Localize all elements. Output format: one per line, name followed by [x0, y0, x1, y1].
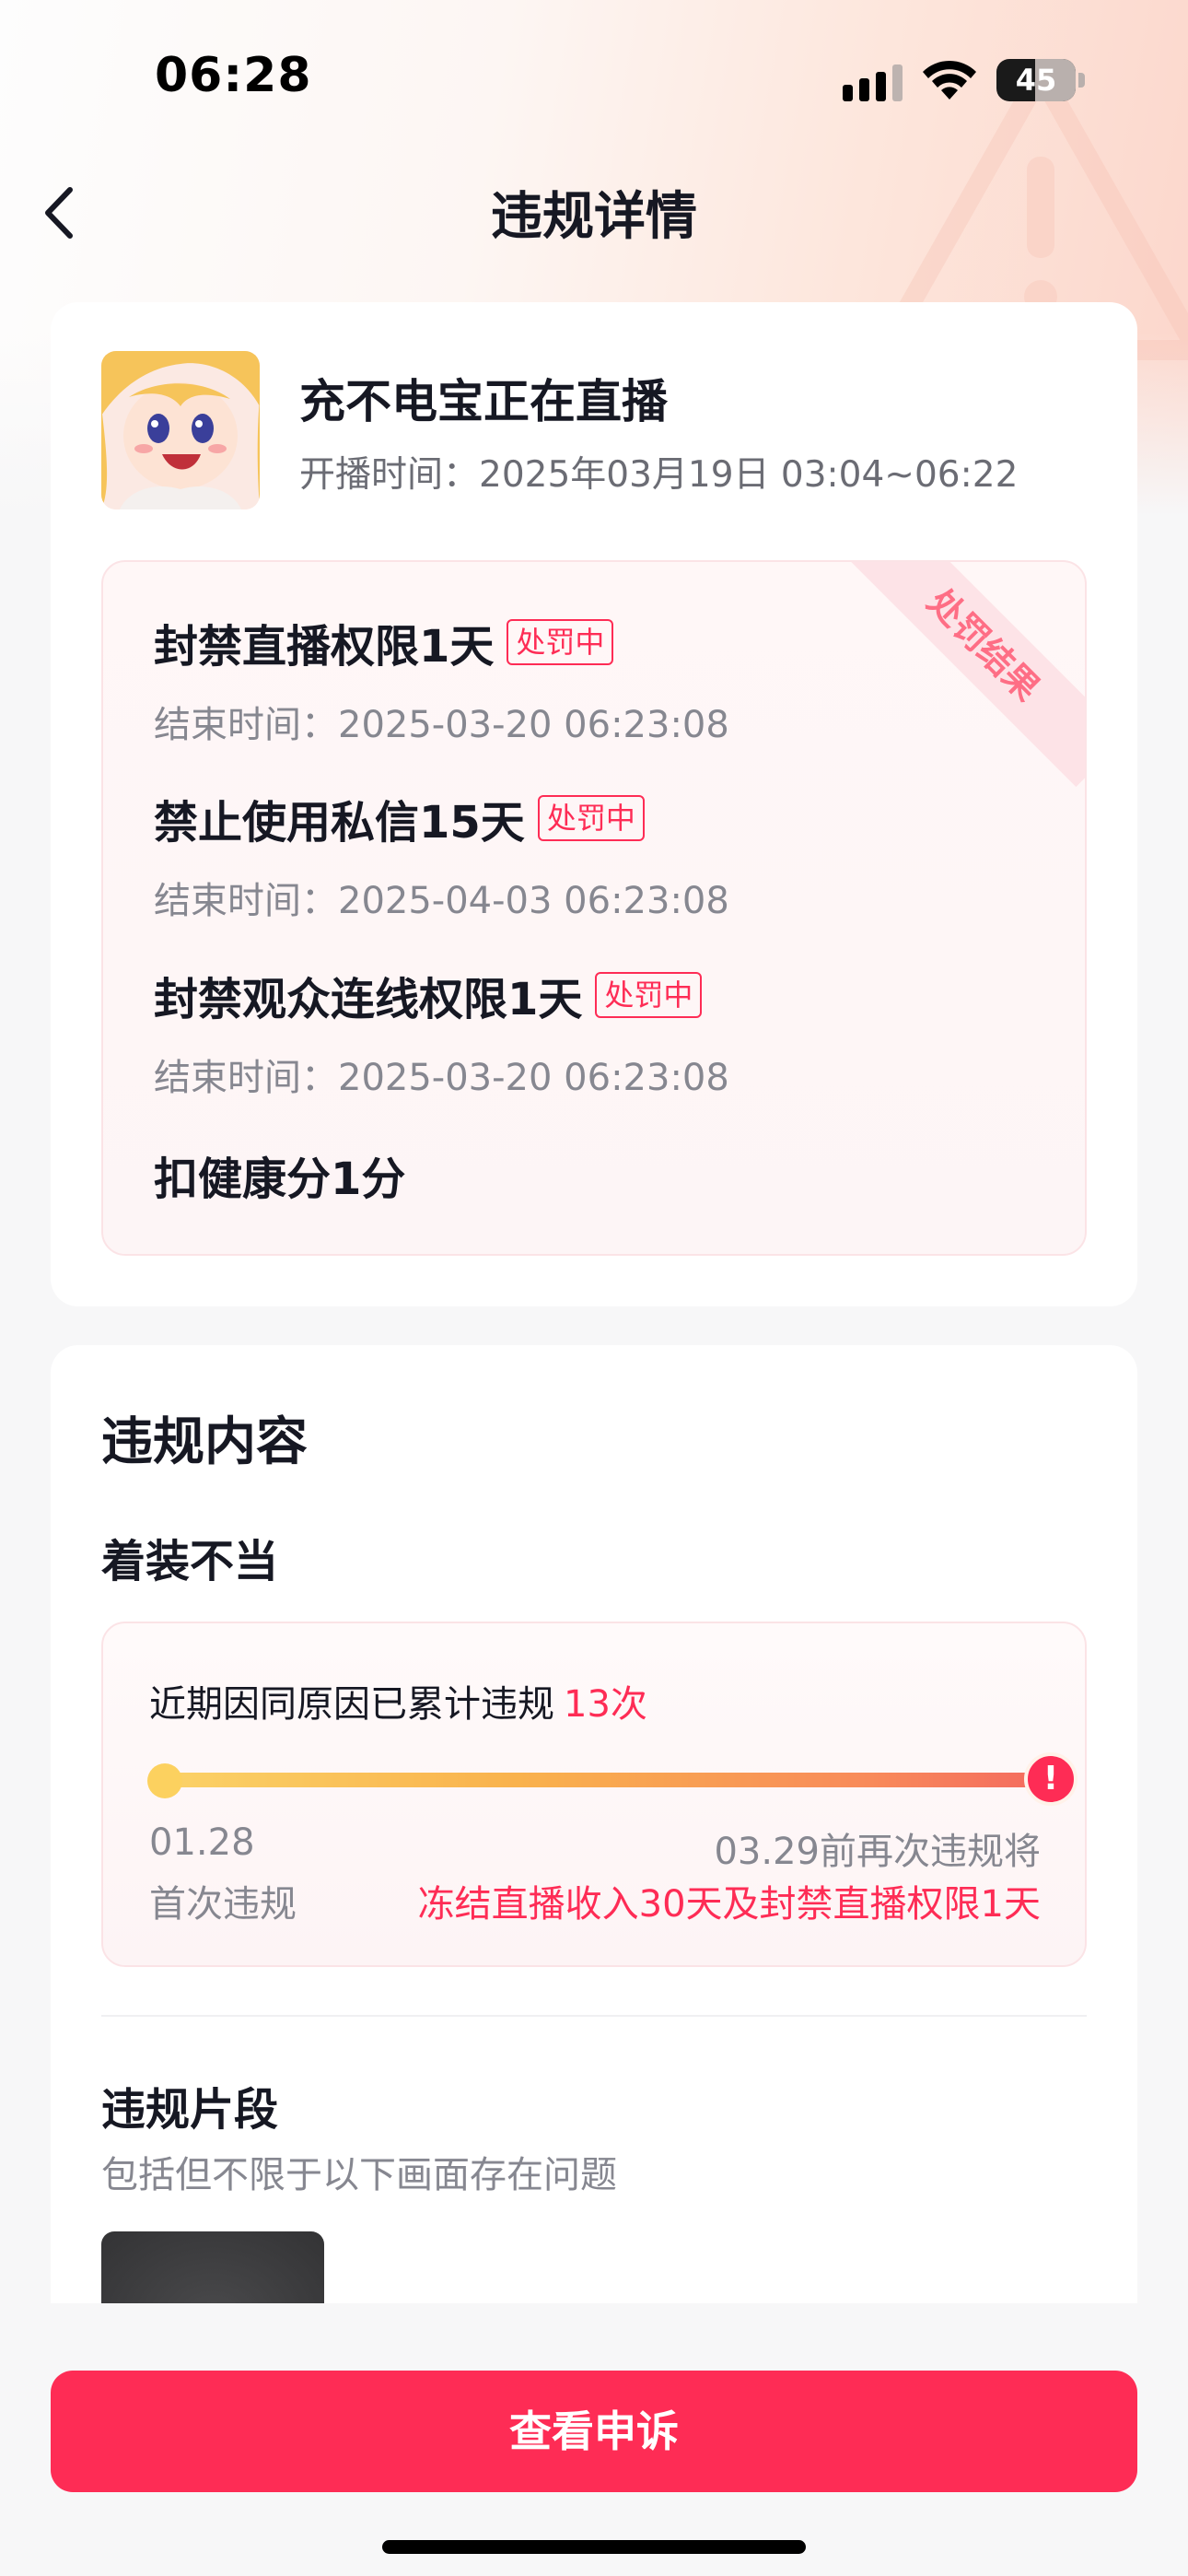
- penalty-name: 封禁直播权限1天: [154, 621, 495, 673]
- violation-content-card: 违规内容 着装不当 近期因同原因已累计违规 13次 ! 01.28 首次违规 03…: [51, 1345, 1137, 2303]
- battery-icon: 45: [996, 59, 1085, 101]
- violation-count-line: 近期因同原因已累计违规 13次: [149, 1674, 647, 1727]
- violation-count-box: 近期因同原因已累计违规 13次 ! 01.28 首次违规 03.29前再次违规将 …: [101, 1622, 1087, 1967]
- violation-section-title: 违规内容: [101, 1412, 308, 1472]
- violation-type: 着装不当: [101, 1536, 279, 1587]
- wifi-icon: [923, 60, 976, 100]
- penalty-item: 封禁直播权限1天 处罚中 结束时间：2025-03-20 06:23:08: [154, 610, 729, 748]
- streamer-avatar: [101, 351, 260, 509]
- first-violation-label: 首次违规: [149, 1883, 297, 1926]
- violation-progress-track: [163, 1773, 1047, 1787]
- penalty-item: 封禁观众连线权限1天 处罚中 结束时间：2025-03-20 06:23:08: [154, 963, 729, 1101]
- penalty-card: 充不电宝正在直播 开播时间：2025年03月19日 03:04~06:22 处罚…: [51, 302, 1137, 1306]
- penalty-name: 封禁观众连线权限1天: [154, 974, 583, 1025]
- alert-icon: !: [1024, 1752, 1077, 1806]
- progress-start-dot: [147, 1763, 182, 1798]
- page-title: 违规详情: [491, 187, 697, 247]
- penalty-status-badge: 处罚中: [537, 795, 645, 841]
- violation-clip-description: 包括但不限于以下画面存在问题: [101, 2154, 617, 2196]
- violation-count-text: 近期因同原因已累计违规: [149, 1683, 554, 1726]
- health-score-deduction: 扣健康分1分: [154, 1153, 406, 1205]
- home-indicator[interactable]: [382, 2540, 806, 2554]
- stream-time: 开播时间：2025年03月19日 03:04~06:22: [299, 446, 1018, 498]
- stream-time-label: 开播时间：: [299, 454, 480, 496]
- stream-time-value: 2025年03月19日 03:04~06:22: [479, 454, 1019, 496]
- penalty-name: 禁止使用私信15天: [154, 797, 525, 849]
- penalty-end-time: 结束时间：2025-03-20 06:23:08: [154, 1057, 729, 1099]
- stream-title: 充不电宝正在直播: [299, 375, 668, 428]
- first-violation-date: 01.28: [149, 1821, 255, 1864]
- status-time: 06:28: [155, 48, 312, 103]
- penalty-item: 禁止使用私信15天 处罚中 结束时间：2025-04-03 06:23:08: [154, 786, 729, 924]
- penalty-status-badge: 处罚中: [595, 972, 703, 1018]
- view-appeal-button[interactable]: 查看申诉: [51, 2371, 1137, 2492]
- avatar-image: [101, 351, 260, 509]
- violation-clip-title: 违规片段: [101, 2084, 279, 2136]
- violation-clip-thumbnail[interactable]: [101, 2231, 324, 2303]
- penalty-result-ribbon: 处罚结果: [841, 562, 1085, 788]
- divider: [101, 2015, 1087, 2017]
- next-violation-deadline: 03.29前再次违规将: [714, 1831, 1041, 1873]
- penalty-end-time: 结束时间：2025-04-03 06:23:08: [154, 880, 729, 922]
- violation-count-value: 13次: [564, 1683, 647, 1726]
- penalty-status-badge: 处罚中: [507, 619, 614, 665]
- next-violation-penalty: 冻结直播收入30天及封禁直播权限1天: [417, 1883, 1041, 1926]
- penalty-end-time: 结束时间：2025-03-20 06:23:08: [154, 704, 729, 746]
- penalty-result-box: 处罚结果 封禁直播权限1天 处罚中 结束时间：2025-03-20 06:23:0…: [101, 560, 1087, 1256]
- cellular-signal-icon: [843, 64, 903, 101]
- battery-level: 45: [1015, 63, 1057, 98]
- violation-detail-page: 06:28 45 违规详情 充不电宝正在直播 开播时间：2025年03月19日 …: [0, 0, 1188, 2576]
